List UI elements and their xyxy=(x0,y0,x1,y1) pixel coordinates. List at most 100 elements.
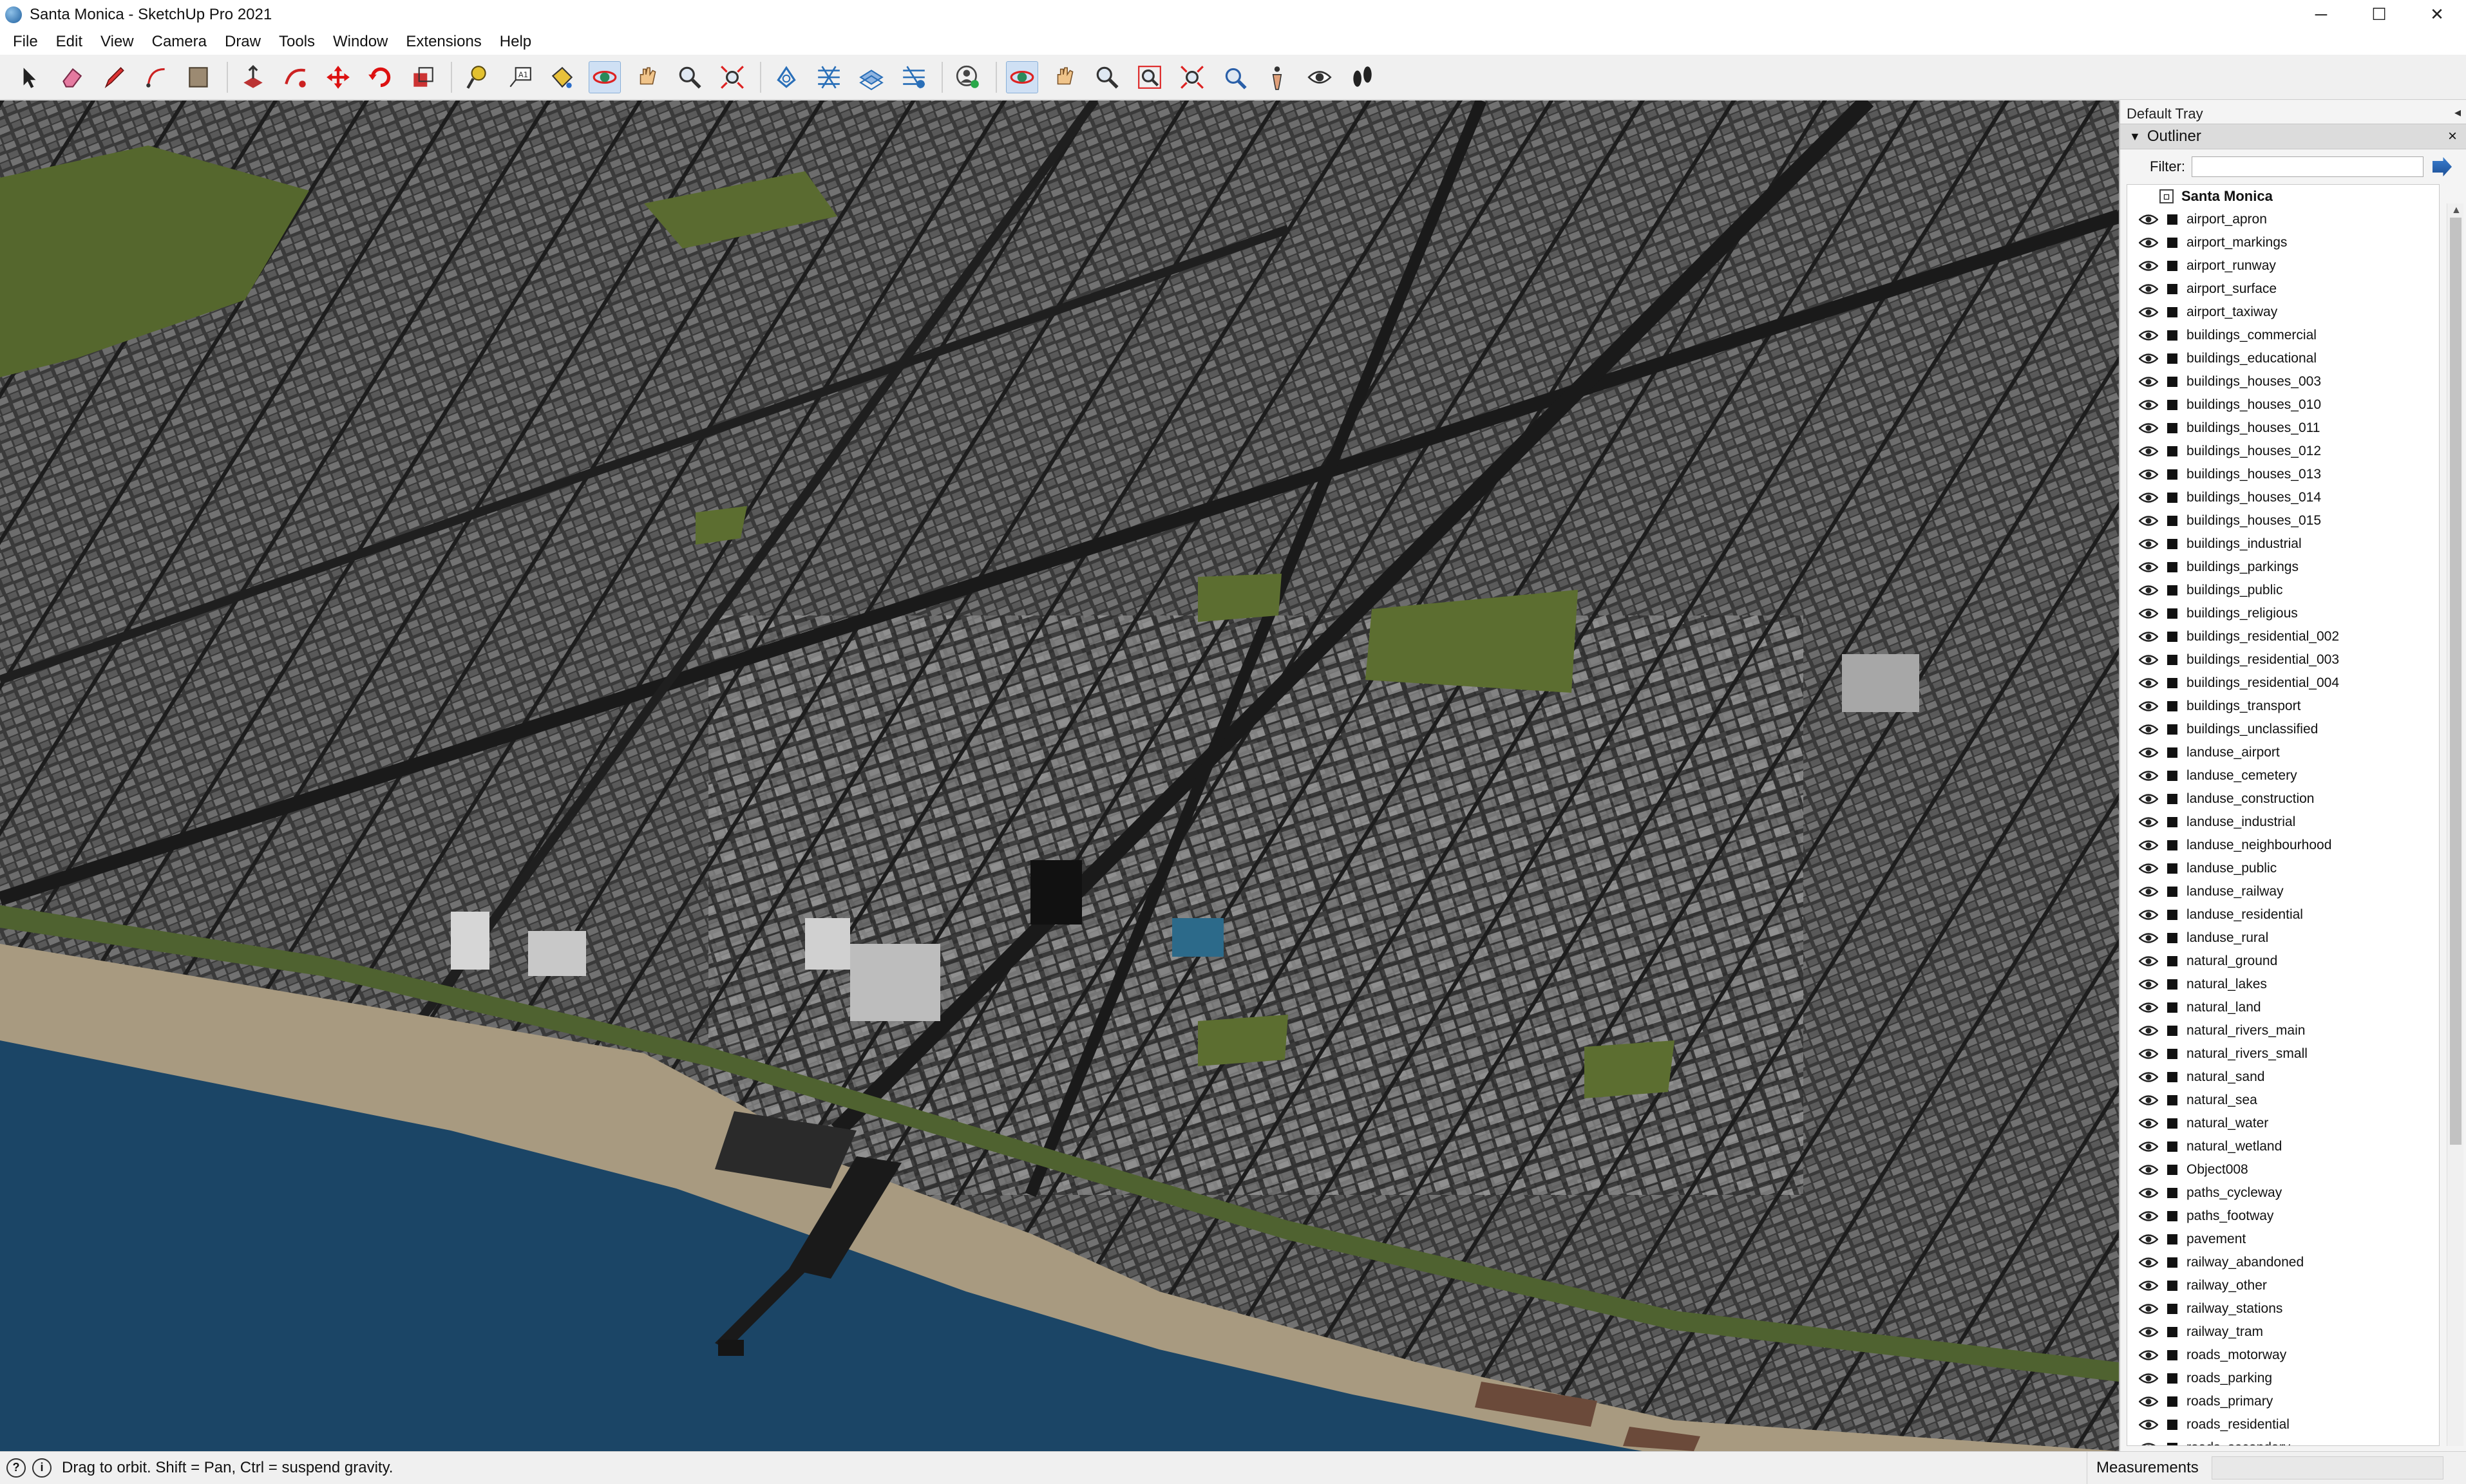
visibility-eye-icon[interactable] xyxy=(2139,700,2158,712)
outliner-item[interactable]: buildings_unclassified xyxy=(2127,718,2439,741)
measurements-input[interactable] xyxy=(2211,1456,2443,1479)
close-window-button[interactable]: ✕ xyxy=(2409,0,2465,29)
visibility-eye-icon[interactable] xyxy=(2139,1326,2158,1338)
visibility-eye-icon[interactable] xyxy=(2139,330,2158,341)
visibility-eye-icon[interactable] xyxy=(2139,260,2158,272)
outliner-item[interactable]: buildings_houses_010 xyxy=(2127,393,2439,417)
select-icon[interactable] xyxy=(13,61,45,93)
outliner-item[interactable]: buildings_houses_012 xyxy=(2127,440,2439,463)
outliner-item[interactable]: airport_apron xyxy=(2127,208,2439,231)
info-icon[interactable]: i xyxy=(32,1458,52,1478)
outliner-item[interactable]: buildings_religious xyxy=(2127,602,2439,625)
sandbox-smoove-icon[interactable] xyxy=(813,61,845,93)
visibility-eye-icon[interactable] xyxy=(2139,214,2158,225)
look-around-icon[interactable] xyxy=(1304,61,1336,93)
outliner-item[interactable]: landuse_public xyxy=(2127,857,2439,880)
outliner-item[interactable]: landuse_airport xyxy=(2127,741,2439,764)
zoom-extents-icon[interactable] xyxy=(716,61,748,93)
outliner-item[interactable]: buildings_houses_015 xyxy=(2127,509,2439,532)
outliner-item[interactable]: railway_other xyxy=(2127,1274,2439,1297)
visibility-eye-icon[interactable] xyxy=(2139,446,2158,457)
visibility-eye-icon[interactable] xyxy=(2139,1210,2158,1222)
text-label-icon[interactable]: A1 xyxy=(504,61,536,93)
visibility-eye-icon[interactable] xyxy=(2139,677,2158,689)
outliner-item[interactable]: buildings_residential_003 xyxy=(2127,648,2439,672)
outliner-item[interactable]: buildings_houses_003 xyxy=(2127,370,2439,393)
filter-input[interactable] xyxy=(2192,156,2423,177)
outliner-item[interactable]: landuse_residential xyxy=(2127,903,2439,926)
outliner-item[interactable]: buildings_public xyxy=(2127,579,2439,602)
paint-bucket-icon[interactable] xyxy=(546,61,578,93)
eraser-icon[interactable] xyxy=(55,61,88,93)
visibility-eye-icon[interactable] xyxy=(2139,654,2158,666)
scrollbar-thumb[interactable] xyxy=(2450,218,2461,1145)
zoom-window-icon[interactable] xyxy=(1133,61,1166,93)
outliner-item[interactable]: railway_stations xyxy=(2127,1297,2439,1320)
outliner-item[interactable]: buildings_houses_013 xyxy=(2127,463,2439,486)
outliner-item[interactable]: buildings_educational xyxy=(2127,347,2439,370)
outliner-item[interactable]: buildings_industrial xyxy=(2127,532,2439,556)
collapse-triangle-icon[interactable]: ▼ xyxy=(2129,130,2141,144)
walk-icon[interactable] xyxy=(1346,61,1378,93)
outliner-item[interactable]: airport_surface xyxy=(2127,277,2439,301)
visibility-eye-icon[interactable] xyxy=(2139,1164,2158,1176)
outliner-item[interactable]: Object008 xyxy=(2127,1158,2439,1181)
push-pull-icon[interactable] xyxy=(237,61,269,93)
visibility-eye-icon[interactable] xyxy=(2139,770,2158,782)
outliner-item[interactable]: paths_cycleway xyxy=(2127,1181,2439,1205)
visibility-eye-icon[interactable] xyxy=(2139,561,2158,573)
zoom-extents-icon-2[interactable] xyxy=(1176,61,1208,93)
visibility-eye-icon[interactable] xyxy=(2139,816,2158,828)
visibility-eye-icon[interactable] xyxy=(2139,724,2158,735)
visibility-eye-icon[interactable] xyxy=(2139,1187,2158,1199)
menu-camera[interactable]: Camera xyxy=(143,33,216,51)
outliner-item[interactable]: natural_lakes xyxy=(2127,973,2439,996)
outliner-item[interactable]: roads_secondary xyxy=(2127,1436,2439,1445)
visibility-eye-icon[interactable] xyxy=(2139,955,2158,967)
scale-icon[interactable] xyxy=(407,61,439,93)
visibility-eye-icon[interactable] xyxy=(2139,469,2158,480)
orbit-icon[interactable] xyxy=(589,61,621,93)
outliner-item[interactable]: natural_sea xyxy=(2127,1089,2439,1112)
filter-options-arrow-icon[interactable] xyxy=(2433,157,2452,176)
visibility-eye-icon[interactable] xyxy=(2139,237,2158,249)
line-pencil-icon[interactable] xyxy=(98,61,130,93)
follow-me-icon[interactable] xyxy=(280,61,312,93)
visibility-eye-icon[interactable] xyxy=(2139,793,2158,805)
outliner-item[interactable]: pavement xyxy=(2127,1228,2439,1251)
visibility-eye-icon[interactable] xyxy=(2139,932,2158,944)
visibility-eye-icon[interactable] xyxy=(2139,1373,2158,1384)
visibility-eye-icon[interactable] xyxy=(2139,1349,2158,1361)
tape-measure-icon[interactable] xyxy=(461,61,493,93)
visibility-eye-icon[interactable] xyxy=(2139,1234,2158,1245)
visibility-eye-icon[interactable] xyxy=(2139,1257,2158,1268)
visibility-eye-icon[interactable] xyxy=(2139,353,2158,364)
outliner-tree[interactable]: ◻ Santa Monica airport_apron airport_mark… xyxy=(2127,184,2440,1446)
help-icon[interactable]: ? xyxy=(6,1458,26,1478)
outliner-item[interactable]: natural_wetland xyxy=(2127,1135,2439,1158)
scroll-up-icon[interactable]: ▲ xyxy=(2451,205,2461,216)
visibility-eye-icon[interactable] xyxy=(2139,1002,2158,1013)
visibility-eye-icon[interactable] xyxy=(2139,1048,2158,1060)
position-camera-icon[interactable] xyxy=(1261,61,1293,93)
menu-view[interactable]: View xyxy=(91,33,143,51)
menu-file[interactable]: File xyxy=(4,33,47,51)
visibility-eye-icon[interactable] xyxy=(2139,863,2158,874)
sandbox-flip-icon[interactable] xyxy=(898,61,930,93)
user-account-icon[interactable] xyxy=(952,61,984,93)
outliner-item[interactable]: roads_primary xyxy=(2127,1390,2439,1413)
move-icon[interactable] xyxy=(322,61,354,93)
zoom-icon[interactable] xyxy=(674,61,706,93)
outliner-item[interactable]: railway_tram xyxy=(2127,1320,2439,1344)
menu-help[interactable]: Help xyxy=(491,33,540,51)
outliner-item[interactable]: paths_footway xyxy=(2127,1205,2439,1228)
outliner-item[interactable]: landuse_neighbourhood xyxy=(2127,834,2439,857)
outliner-item[interactable]: landuse_cemetery xyxy=(2127,764,2439,787)
outliner-item[interactable]: buildings_parkings xyxy=(2127,556,2439,579)
menu-extensions[interactable]: Extensions xyxy=(397,33,490,51)
visibility-eye-icon[interactable] xyxy=(2139,422,2158,434)
visibility-eye-icon[interactable] xyxy=(2139,608,2158,619)
outliner-item[interactable]: roads_parking xyxy=(2127,1367,2439,1390)
visibility-eye-icon[interactable] xyxy=(2139,492,2158,503)
outliner-item[interactable]: buildings_houses_014 xyxy=(2127,486,2439,509)
